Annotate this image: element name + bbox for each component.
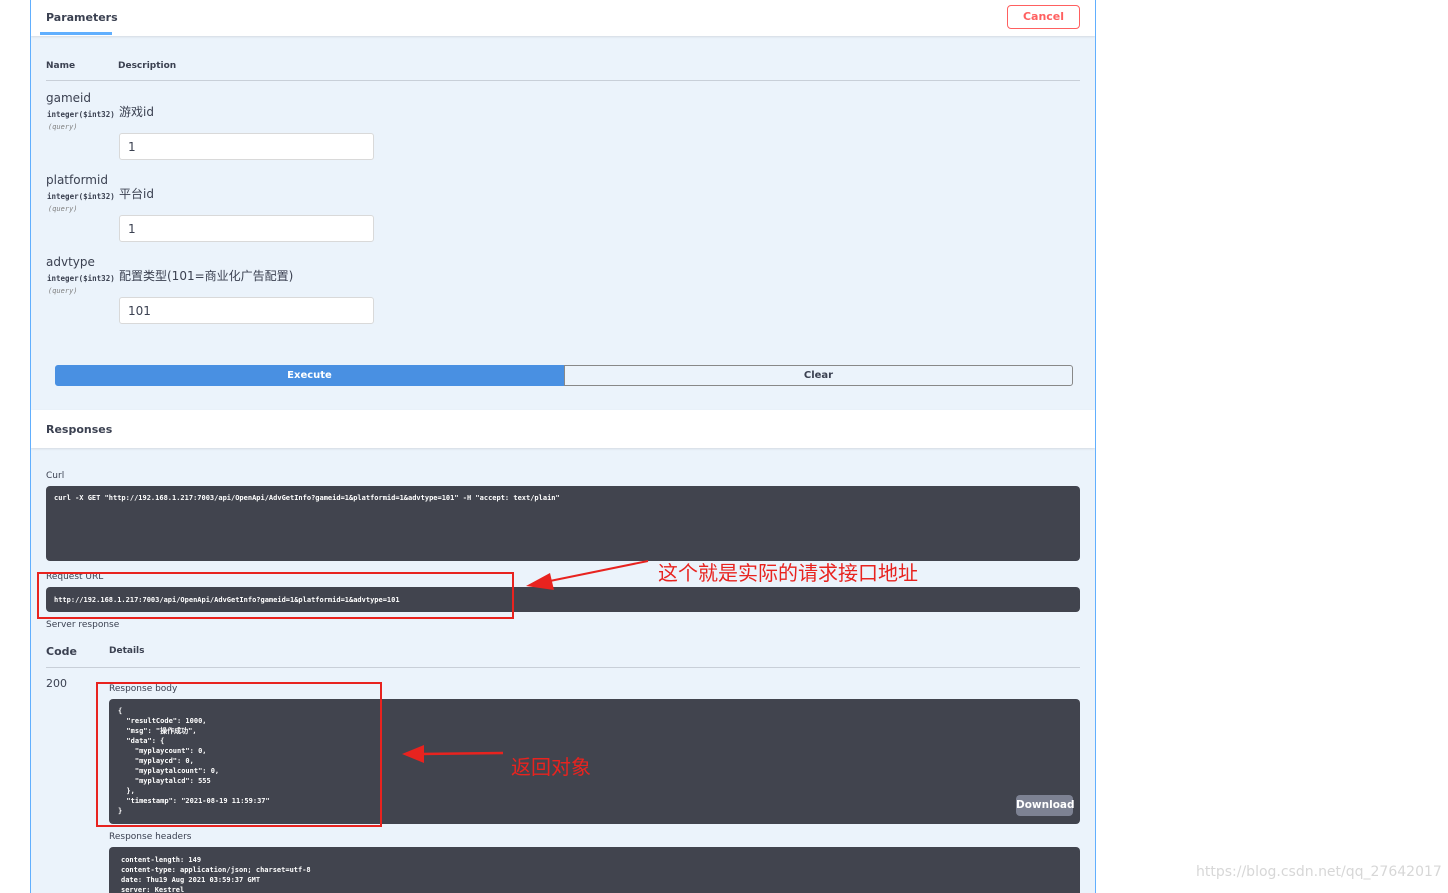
request-url-annotation: 这个就是实际的请求接口地址 [658, 561, 918, 585]
annotation-arrows [402, 560, 649, 763]
arrow-to-request-url [526, 560, 649, 590]
watermark: https://blog.csdn.net/qq_27642017 [1196, 864, 1442, 880]
response-body-annotation: 返回对象 [511, 755, 591, 779]
arrow-to-response-body [402, 745, 504, 763]
